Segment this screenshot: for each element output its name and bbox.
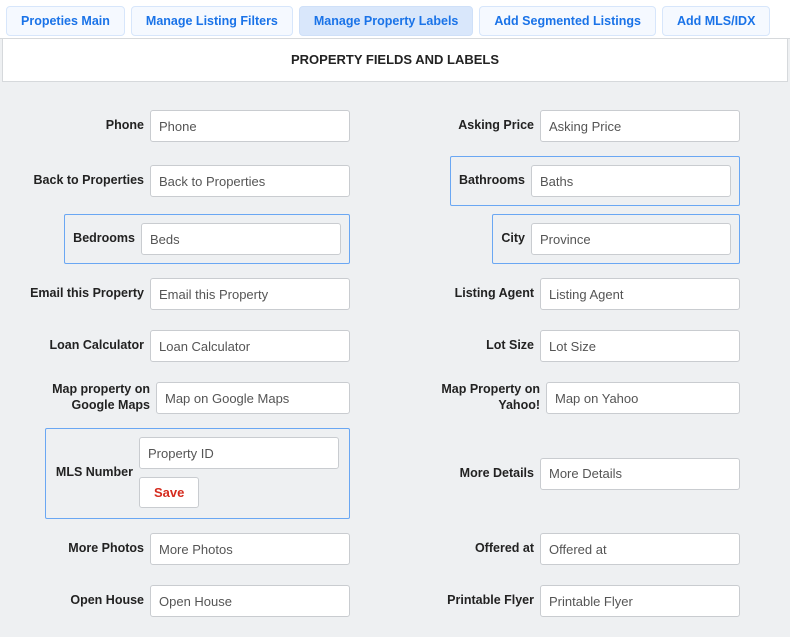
field-lot-size: Lot Size	[410, 320, 740, 372]
tab-add-mls-idx[interactable]: Add MLS/IDX	[662, 6, 770, 36]
field-printable-flyer: Printable Flyer	[410, 575, 740, 627]
field-open-house: Open House	[20, 575, 350, 627]
label-asking-price: Asking Price	[458, 118, 534, 134]
field-offered-at: Offered at	[410, 523, 740, 575]
label-more-details: More Details	[460, 466, 534, 482]
input-city[interactable]	[531, 223, 731, 255]
field-map-google: Map property on Google Maps	[20, 372, 350, 424]
input-bedrooms[interactable]	[141, 223, 341, 255]
label-mls-number: MLS Number	[56, 465, 133, 481]
input-map-google[interactable]	[156, 382, 350, 414]
field-city: City	[410, 210, 740, 268]
field-asking-price: Asking Price	[410, 100, 740, 152]
input-offered-at[interactable]	[540, 533, 740, 565]
input-asking-price[interactable]	[540, 110, 740, 142]
tab-add-segmented-listings[interactable]: Add Segmented Listings	[479, 6, 656, 36]
input-bathrooms[interactable]	[531, 165, 731, 197]
field-bathrooms: Bathrooms	[410, 152, 740, 210]
tabs-bar: Propeties Main Manage Listing Filters Ma…	[0, 0, 790, 38]
input-map-yahoo[interactable]	[546, 382, 740, 414]
label-map-yahoo: Map Property on Yahoo!	[410, 382, 540, 413]
field-email-property: Email this Property	[20, 268, 350, 320]
label-bathrooms: Bathrooms	[459, 173, 525, 189]
label-open-house: Open House	[70, 593, 144, 609]
field-bedrooms: Bedrooms	[20, 210, 350, 268]
label-back-to-properties: Back to Properties	[34, 173, 144, 189]
panel: PROPERTY FIELDS AND LABELS Phone Asking …	[0, 38, 790, 637]
input-more-details[interactable]	[540, 458, 740, 490]
tab-properties-main[interactable]: Propeties Main	[6, 6, 125, 36]
field-map-yahoo: Map Property on Yahoo!	[410, 372, 740, 424]
input-mls-number[interactable]	[139, 437, 339, 469]
label-printable-flyer: Printable Flyer	[447, 593, 534, 609]
label-lot-size: Lot Size	[486, 338, 534, 354]
field-more-photos: More Photos	[20, 523, 350, 575]
mls-highlight-box: MLS Number Save	[45, 428, 350, 519]
label-city: City	[501, 231, 525, 247]
tab-manage-property-labels[interactable]: Manage Property Labels	[299, 6, 474, 36]
input-listing-agent[interactable]	[540, 278, 740, 310]
tab-manage-listing-filters[interactable]: Manage Listing Filters	[131, 6, 293, 36]
field-mls-number: MLS Number Save	[20, 424, 350, 523]
field-loan-calculator: Loan Calculator	[20, 320, 350, 372]
field-phone: Phone	[20, 100, 350, 152]
label-loan-calculator: Loan Calculator	[50, 338, 144, 354]
label-more-photos: More Photos	[68, 541, 144, 557]
input-email-property[interactable]	[150, 278, 350, 310]
label-bedrooms: Bedrooms	[73, 231, 135, 247]
input-back-to-properties[interactable]	[150, 165, 350, 197]
input-printable-flyer[interactable]	[540, 585, 740, 617]
input-lot-size[interactable]	[540, 330, 740, 362]
label-phone: Phone	[106, 118, 144, 134]
field-more-details: More Details	[410, 424, 740, 523]
input-phone[interactable]	[150, 110, 350, 142]
panel-title: PROPERTY FIELDS AND LABELS	[2, 39, 788, 82]
input-more-photos[interactable]	[150, 533, 350, 565]
label-email-property: Email this Property	[30, 286, 144, 302]
input-open-house[interactable]	[150, 585, 350, 617]
field-back-to-properties: Back to Properties	[20, 152, 350, 210]
label-map-google: Map property on Google Maps	[20, 382, 150, 413]
input-loan-calculator[interactable]	[150, 330, 350, 362]
save-button[interactable]: Save	[139, 477, 199, 508]
field-listing-agent: Listing Agent	[410, 268, 740, 320]
label-listing-agent: Listing Agent	[455, 286, 534, 302]
label-offered-at: Offered at	[475, 541, 534, 557]
fields-grid: Phone Asking Price Back to Properties Ba…	[0, 82, 790, 637]
